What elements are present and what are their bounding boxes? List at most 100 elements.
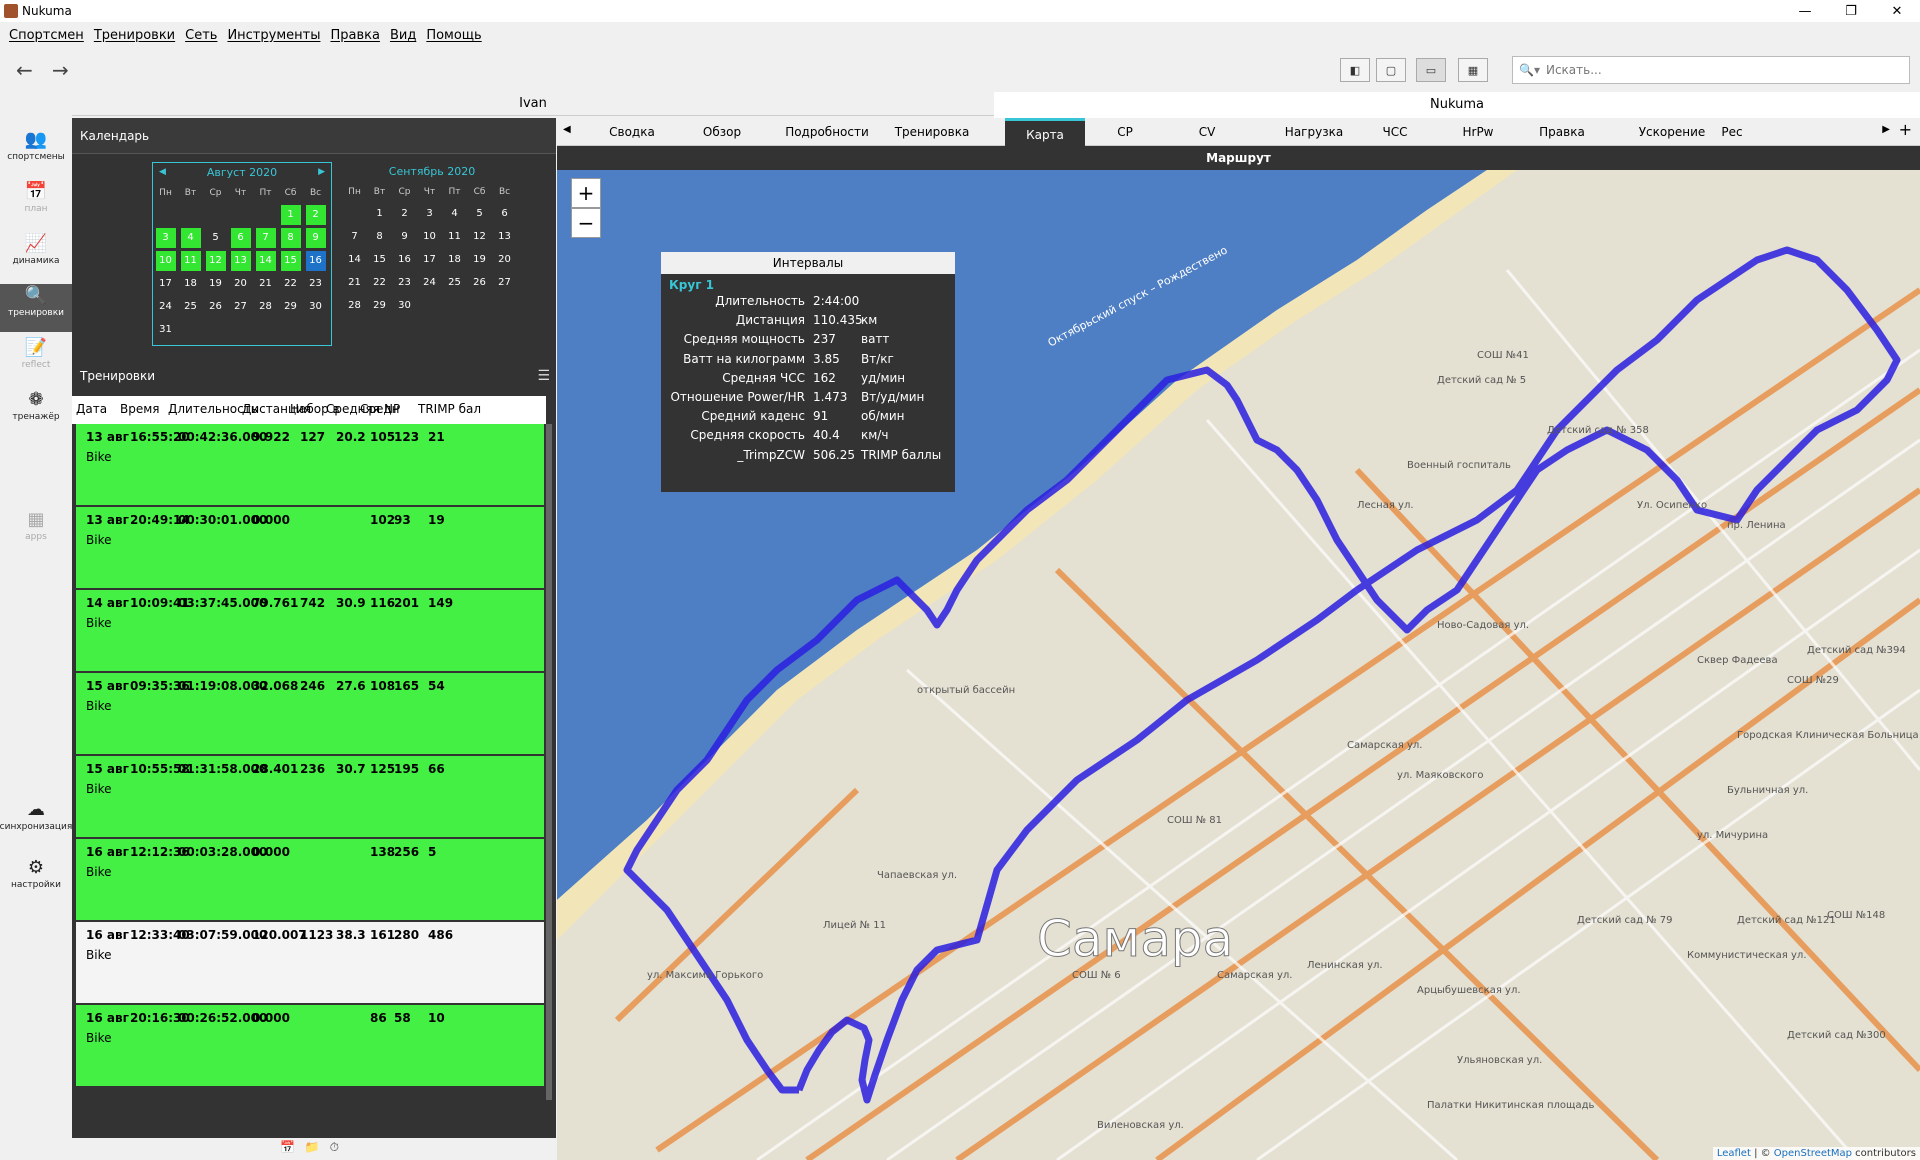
tab-9[interactable]: HrPw: [1443, 118, 1513, 146]
calendar-day[interactable]: 16: [395, 250, 415, 270]
calendar-day[interactable]: 24: [156, 297, 176, 317]
calendar-day[interactable]: 29: [370, 296, 390, 316]
sidebar-item-athletes[interactable]: 👥 спортсмены: [0, 128, 72, 176]
tab-8[interactable]: ЧСС: [1365, 118, 1425, 146]
calendar-day[interactable]: 28: [256, 297, 276, 317]
calendar-day[interactable]: 29: [281, 297, 301, 317]
calendar-day[interactable]: 24: [420, 273, 440, 293]
calendar-day[interactable]: 30: [306, 297, 326, 317]
calendar-day[interactable]: 27: [495, 273, 515, 293]
tab-2[interactable]: Подробности: [777, 118, 877, 146]
table-row[interactable]: 13 авг 20:49:14 00:30:01.000 0.000 102 93 19 Bi…: [76, 507, 544, 589]
calendar-day[interactable]: 10: [155, 250, 176, 271]
prev-month-icon[interactable]: ◀: [159, 167, 166, 177]
calendar-day[interactable]: 6: [230, 227, 251, 248]
calendar-day[interactable]: 2: [305, 204, 326, 225]
calendar-day[interactable]: 17: [156, 274, 176, 294]
menu-item[interactable]: Спортсмен: [4, 28, 89, 43]
calendar-day[interactable]: 5: [206, 228, 226, 248]
sidebar-item-activities[interactable]: 🔍 тренировки: [0, 284, 72, 332]
menu-item[interactable]: Вид: [385, 28, 421, 43]
calendar-day[interactable]: 31: [156, 320, 176, 340]
calendar-day[interactable]: 4: [445, 204, 465, 224]
calendar-day[interactable]: 6: [495, 204, 515, 224]
calendar-day[interactable]: 8: [370, 227, 390, 247]
tab-scroll-right-icon[interactable]: ▶: [1882, 124, 1890, 135]
menu-item[interactable]: Помощь: [421, 28, 486, 43]
column-header[interactable]: Время: [120, 402, 160, 416]
tab-5[interactable]: CP: [1095, 118, 1155, 146]
osm-link[interactable]: OpenStreetMap: [1774, 1148, 1852, 1159]
calendar-day[interactable]: 25: [181, 297, 201, 317]
tab-0[interactable]: Сводка: [597, 118, 667, 146]
calendar-day[interactable]: 14: [345, 250, 365, 270]
calendar-day[interactable]: 26: [470, 273, 490, 293]
calendar-day[interactable]: 21: [345, 273, 365, 293]
table-row[interactable]: 16 авг 12:12:36 00:03:28.000 0.000 138 256 5 Bi…: [76, 839, 544, 921]
table-row[interactable]: 16 авг 20:16:30 00:26:52.000 0.000 86 58 10 Bik…: [76, 1005, 544, 1087]
calendar-day[interactable]: 8: [280, 227, 301, 248]
zoom-in-button[interactable]: +: [571, 178, 601, 208]
tab-4[interactable]: Карта: [1005, 118, 1085, 146]
hamburger-menu-icon[interactable]: ☰: [537, 368, 550, 384]
calendar-day[interactable]: 7: [255, 227, 276, 248]
next-month-icon[interactable]: ▶: [318, 167, 325, 177]
calendar-day[interactable]: 9: [395, 227, 415, 247]
calendar-day[interactable]: 15: [280, 250, 301, 271]
column-header[interactable]: Дата: [76, 402, 107, 416]
add-tab-icon[interactable]: +: [1899, 120, 1912, 139]
calendar-day[interactable]: 14: [255, 250, 276, 271]
calendar-day[interactable]: 18: [445, 250, 465, 270]
calendar-day[interactable]: 18: [181, 274, 201, 294]
calendar-day[interactable]: 13: [495, 227, 515, 247]
menu-item[interactable]: Инструменты: [222, 28, 325, 43]
minimize-button[interactable]: —: [1782, 0, 1828, 22]
calendar-day[interactable]: 22: [281, 274, 301, 294]
calendar-day[interactable]: 20: [495, 250, 515, 270]
route-map[interactable]: + − Самара Октябрьский спуск – Рождестве…: [557, 170, 1920, 1160]
tab-6[interactable]: CV: [1177, 118, 1237, 146]
clock-icon[interactable]: ⏱: [330, 1140, 339, 1154]
table-row[interactable]: 15 авг 10:55:58 01:31:58.000 28.401 236 30.7 1…: [76, 756, 544, 838]
menu-item[interactable]: Тренировки: [89, 28, 180, 43]
calendar-day[interactable]: 19: [470, 250, 490, 270]
sidebar-item-reflect[interactable]: 📝 reflect: [0, 336, 72, 384]
column-header[interactable]: NP: [384, 402, 400, 416]
workouts-scrollbar[interactable]: [546, 424, 552, 1100]
tile-view-button[interactable]: ▦: [1458, 58, 1488, 82]
zoom-out-button[interactable]: −: [571, 208, 601, 238]
calendar-day[interactable]: 19: [206, 274, 226, 294]
sidebar-item-plan[interactable]: 📅 план: [0, 180, 72, 228]
calendar-day[interactable]: 28: [345, 296, 365, 316]
calendar-day[interactable]: 17: [420, 250, 440, 270]
calendar-day[interactable]: 30: [395, 296, 415, 316]
calendar-day[interactable]: 23: [306, 274, 326, 294]
calendar-day[interactable]: 2: [395, 204, 415, 224]
search-input[interactable]: 🔍▾ Искать...: [1512, 56, 1910, 84]
calendar-day[interactable]: 1: [370, 204, 390, 224]
back-arrow-icon[interactable]: ←: [16, 58, 33, 82]
calendar-day[interactable]: 12: [205, 250, 226, 271]
table-row[interactable]: 15 авг 09:35:36 01:19:08.000 32.068 246 27.6 1…: [76, 673, 544, 755]
toggle-bottom-panel-button[interactable]: ▢: [1376, 58, 1406, 82]
calendar-day[interactable]: 20: [231, 274, 251, 294]
toggle-sidebar-button[interactable]: ◧: [1340, 58, 1370, 82]
calendar-day[interactable]: 21: [256, 274, 276, 294]
maximize-button[interactable]: ❐: [1828, 0, 1874, 22]
table-row[interactable]: 14 авг 10:09:41 03:37:45.000 79.761 742 30.9 1…: [76, 590, 544, 672]
calendar-day[interactable]: 7: [345, 227, 365, 247]
calendar-day[interactable]: 22: [370, 273, 390, 293]
calendar-icon[interactable]: 📅: [280, 1140, 295, 1154]
calendar-day[interactable]: 11: [180, 250, 201, 271]
menu-item[interactable]: Правка: [325, 28, 384, 43]
tab-3[interactable]: Тренировка: [887, 118, 977, 146]
forward-arrow-icon[interactable]: →: [52, 58, 69, 82]
sidebar-item-apps[interactable]: ▦ apps: [0, 508, 72, 556]
tab-11[interactable]: Ускорение: [1617, 118, 1727, 146]
calendar-day[interactable]: 26: [206, 297, 226, 317]
calendar-day[interactable]: 12: [470, 227, 490, 247]
sidebar-item-trends[interactable]: 📈 динамика: [0, 232, 72, 280]
column-header[interactable]: TRIMP бал: [418, 402, 481, 416]
calendar-day[interactable]: 5: [470, 204, 490, 224]
sidebar-item-settings[interactable]: ⚙ настройки: [0, 856, 72, 904]
